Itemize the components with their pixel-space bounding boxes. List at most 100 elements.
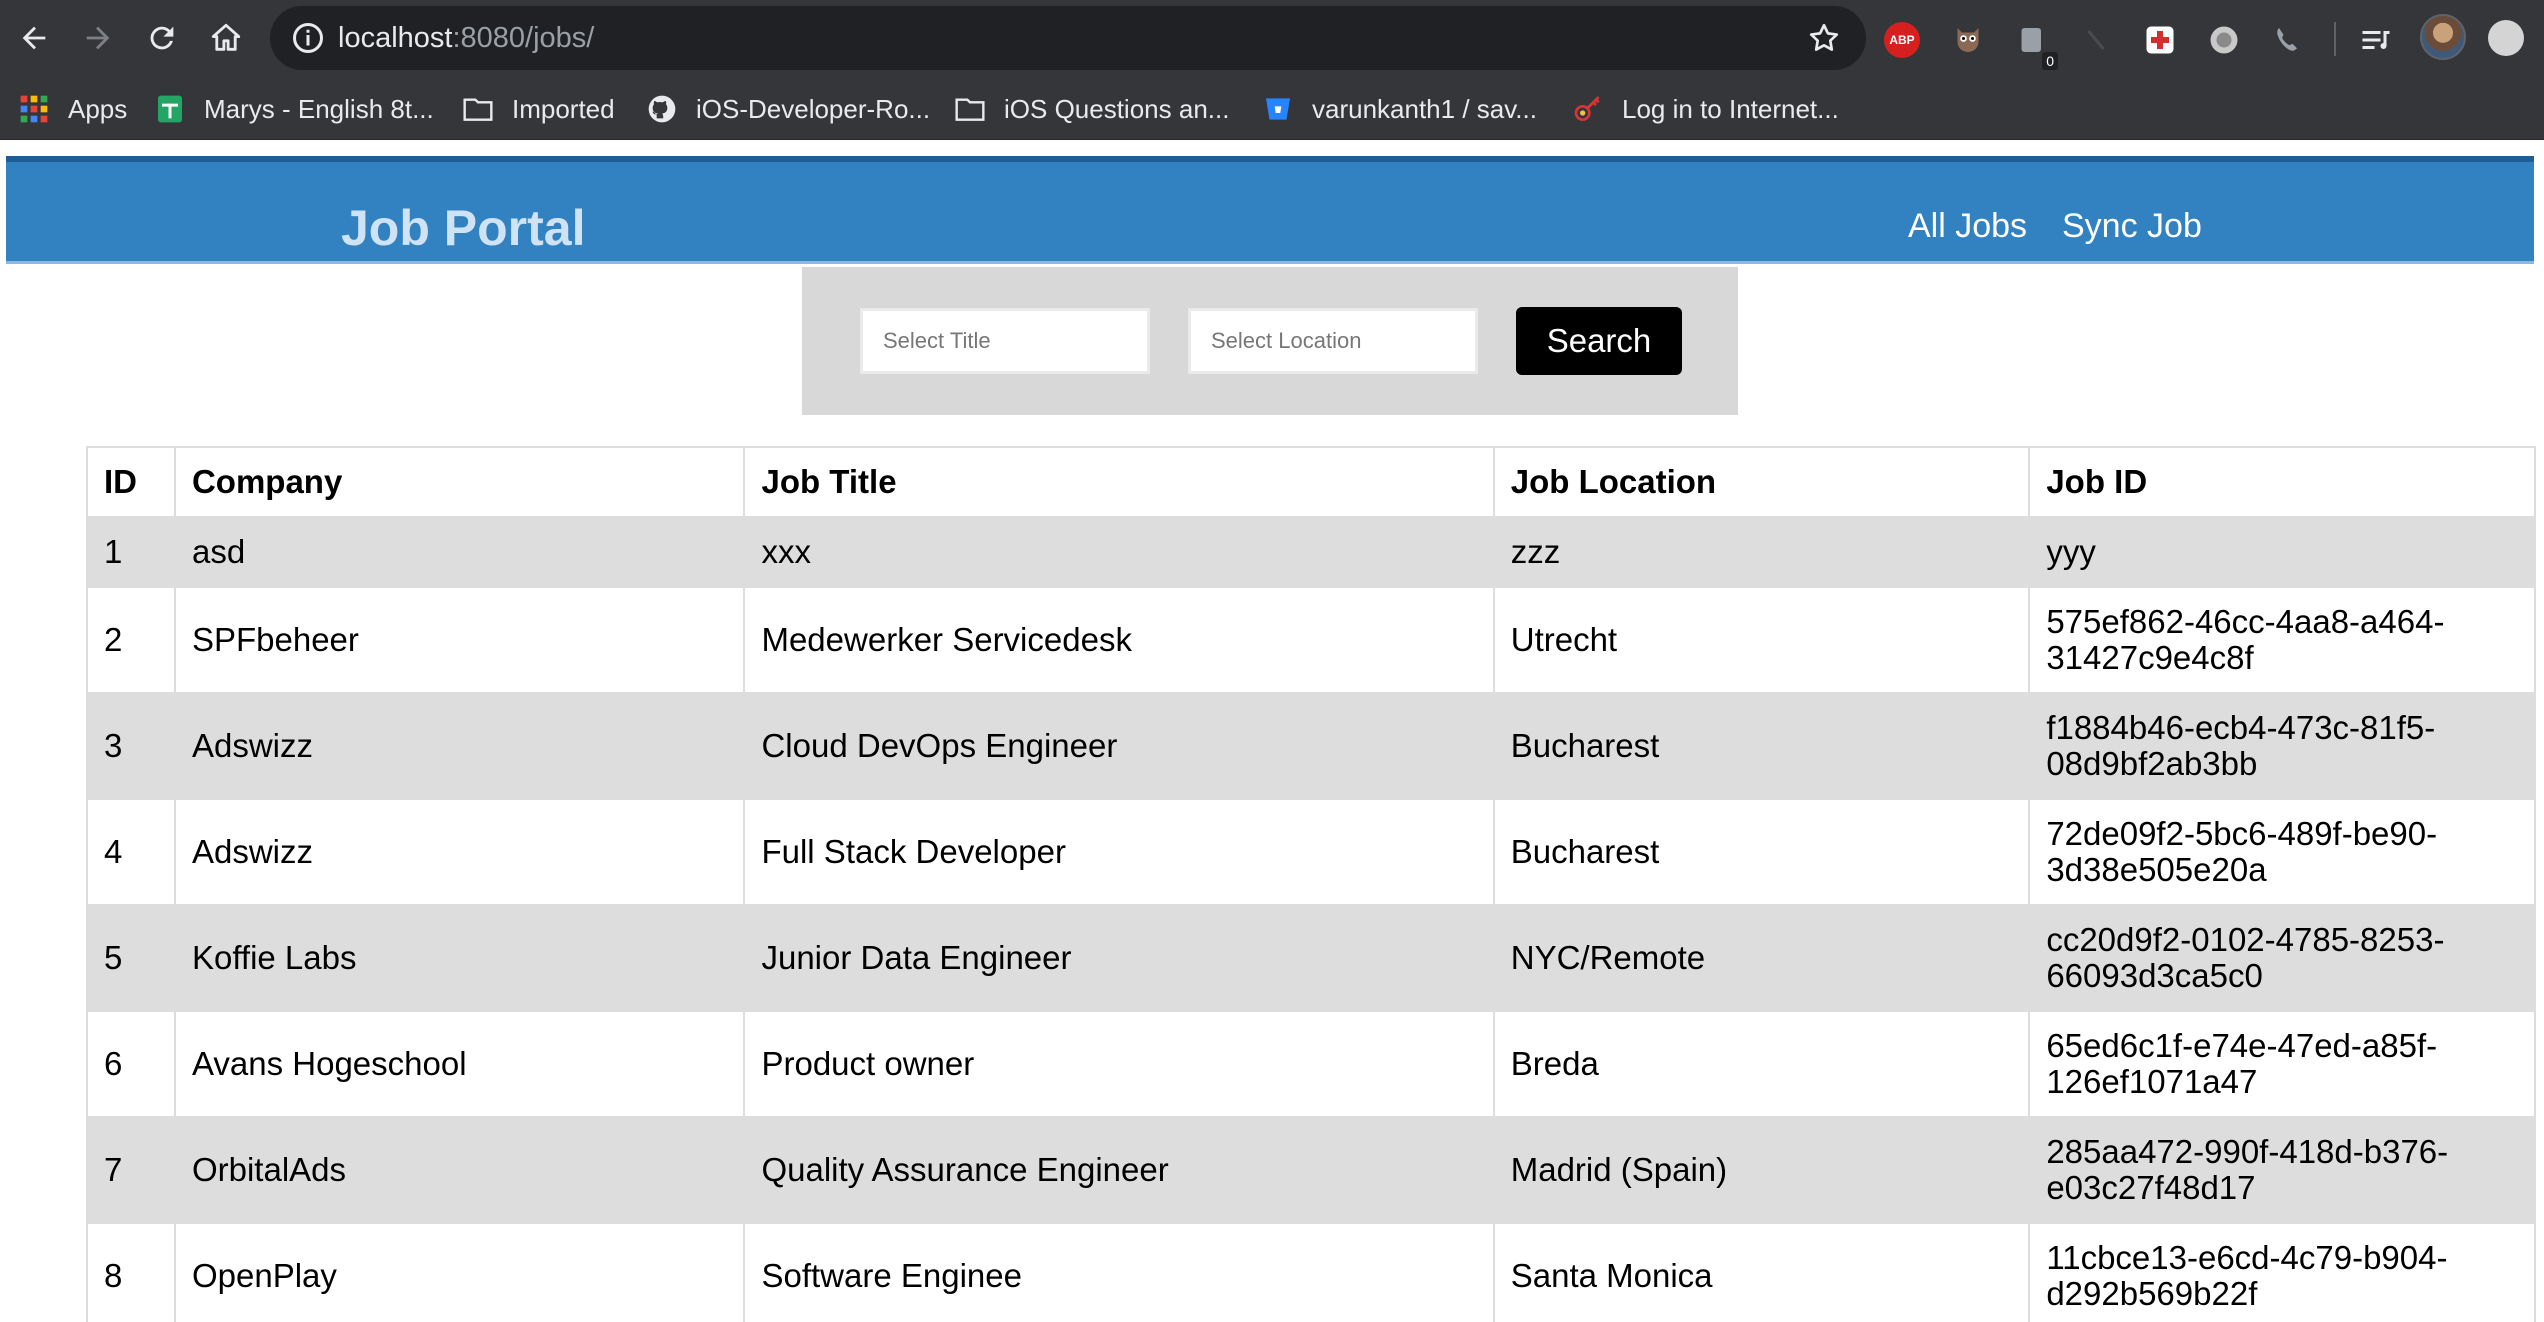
home-icon[interactable]	[204, 16, 248, 60]
cell-job-location: NYC/Remote	[1492, 904, 2031, 1012]
table-row: 5 Koffie Labs Junior Data Engineer NYC/R…	[86, 904, 2536, 1012]
bookmark-label: Log in to Internet...	[1622, 93, 1839, 124]
github-icon	[646, 93, 678, 125]
bookmark-apps[interactable]: Apps	[18, 78, 127, 140]
column-header-id: ID	[86, 446, 176, 518]
cell-job-title: Medewerker Servicedesk	[743, 586, 1495, 694]
profile-avatar[interactable]	[2420, 14, 2466, 60]
table-row: 7 OrbitalAds Quality Assurance Engineer …	[86, 1116, 2536, 1224]
bookmark-ios-questions[interactable]: iOS Questions an...	[954, 78, 1229, 140]
folder-icon	[462, 93, 494, 125]
table-row: 8 OpenPlay Software Enginee Santa Monica…	[86, 1222, 2536, 1322]
cell-company: OrbitalAds	[173, 1116, 746, 1224]
bookmark-star-icon[interactable]	[1806, 20, 1842, 56]
reload-icon[interactable]	[140, 16, 184, 60]
location-search-input[interactable]	[1188, 308, 1478, 374]
cell-company: OpenPlay	[173, 1222, 746, 1322]
search-button[interactable]: Search	[1516, 307, 1682, 375]
table-row: 1 asd xxx zzz yyy	[86, 516, 2536, 588]
cell-company: asd	[173, 516, 746, 588]
cell-job-location: Madrid (Spain)	[1492, 1116, 2031, 1224]
cell-job-id: cc20d9f2-0102-4785-8253-66093d3ca5c0	[2028, 904, 2536, 1012]
address-bar[interactable]: localhost:8080/jobs/	[270, 6, 1866, 70]
back-arrow-icon[interactable]	[12, 16, 56, 60]
dim-extension-icon[interactable]	[2076, 20, 2116, 60]
column-header-company: Company	[173, 446, 746, 518]
bookmark-ios-developer[interactable]: iOS-Developer-Ro...	[646, 78, 930, 140]
jobs-table: ID Company Job Title Job Location Job ID…	[86, 446, 2536, 1322]
medical-cross-extension-icon[interactable]	[2140, 20, 2180, 60]
cell-id: 5	[86, 904, 176, 1012]
media-queue-icon[interactable]	[2356, 20, 2396, 60]
search-panel: Search	[802, 267, 1738, 415]
cell-company: Adswizz	[173, 798, 746, 906]
apps-grid-icon	[18, 93, 50, 125]
bookmark-varunkanth1[interactable]: varunkanth1 / sav...	[1262, 78, 1537, 140]
bookmark-label: Marys - English 8t...	[204, 93, 434, 124]
cell-company: SPFbeheer	[173, 586, 746, 694]
table-row: 4 Adswizz Full Stack Developer Bucharest…	[86, 798, 2536, 906]
cell-job-location: Bucharest	[1492, 692, 2031, 800]
site-info-icon[interactable]	[290, 20, 326, 56]
cell-job-location: Utrecht	[1492, 586, 2031, 694]
title-search-input[interactable]	[860, 308, 1150, 374]
cell-job-title: Cloud DevOps Engineer	[743, 692, 1495, 800]
cell-id: 7	[86, 1116, 176, 1224]
cell-job-location: Breda	[1492, 1010, 2031, 1118]
login-icon	[1572, 93, 1604, 125]
cell-id: 1	[86, 516, 176, 588]
nav-sync-job[interactable]: Sync Job	[2062, 204, 2202, 248]
column-header-job-location: Job Location	[1492, 446, 2031, 518]
cell-id: 4	[86, 798, 176, 906]
cell-job-id: 72de09f2-5bc6-489f-be90-3d38e505e20a	[2028, 798, 2536, 906]
adblock-extension-icon[interactable]: ABP	[1884, 22, 1920, 58]
column-header-job-title: Job Title	[743, 446, 1495, 518]
cell-job-id: 65ed6c1f-e74e-47ed-a85f-126ef1071a47	[2028, 1010, 2536, 1118]
cell-job-title: Software Enginee	[743, 1222, 1495, 1322]
cell-job-title: Quality Assurance Engineer	[743, 1116, 1495, 1224]
cell-job-title: Junior Data Engineer	[743, 904, 1495, 1012]
bitbucket-icon	[1262, 93, 1294, 125]
update-menu-icon[interactable]	[2488, 20, 2524, 56]
owl-extension-icon[interactable]	[1948, 20, 1988, 60]
bookmark-label: Imported	[512, 93, 615, 124]
table-row: 3 Adswizz Cloud DevOps Engineer Buchares…	[86, 692, 2536, 800]
cell-id: 2	[86, 586, 176, 694]
cell-job-id: 285aa472-990f-418d-b376-e03c27f48d17	[2028, 1116, 2536, 1224]
bookmark-imported[interactable]: Imported	[462, 78, 615, 140]
toolbar-separator	[2334, 22, 2336, 56]
cell-company: Avans Hogeschool	[173, 1010, 746, 1118]
bookmark-marys-english[interactable]: Marys - English 8t...	[154, 78, 434, 140]
bookmark-label: iOS Questions an...	[1004, 93, 1230, 124]
cell-job-id: 575ef862-46cc-4aa8-a464-31427c9e4c8f	[2028, 586, 2536, 694]
nav-all-jobs[interactable]: All Jobs	[1908, 204, 2027, 248]
cell-id: 3	[86, 692, 176, 800]
cell-id: 8	[86, 1222, 176, 1322]
cell-company: Adswizz	[173, 692, 746, 800]
bookmark-label: iOS-Developer-Ro...	[696, 93, 931, 124]
url-text: localhost:8080/jobs/	[338, 22, 595, 54]
bookmarks-bar: Apps Marys - English 8t... Imported iOS-…	[0, 78, 2544, 140]
cell-job-location: zzz	[1492, 516, 2031, 588]
cell-company: Koffie Labs	[173, 904, 746, 1012]
cell-job-location: Bucharest	[1492, 798, 2031, 906]
brand-title[interactable]: Job Portal	[341, 200, 585, 256]
cell-job-title: Full Stack Developer	[743, 798, 1495, 906]
cell-job-title: xxx	[743, 516, 1495, 588]
forward-arrow-icon[interactable]	[76, 16, 120, 60]
cell-id: 6	[86, 1010, 176, 1118]
cell-job-title: Product owner	[743, 1010, 1495, 1118]
phone-extension-icon[interactable]	[2268, 20, 2308, 60]
record-extension-icon[interactable]	[2204, 20, 2244, 60]
cell-job-id: yyy	[2028, 516, 2536, 588]
bookmark-label: varunkanth1 / sav...	[1312, 93, 1537, 124]
cell-job-location: Santa Monica	[1492, 1222, 2031, 1322]
table-header-row: ID Company Job Title Job Location Job ID	[86, 446, 2536, 518]
table-row: 2 SPFbeheer Medewerker Servicedesk Utrec…	[86, 586, 2536, 694]
bookmark-log-in-internet[interactable]: Log in to Internet...	[1572, 78, 1839, 140]
bookmark-label: Apps	[68, 93, 128, 124]
counter-extension-icon[interactable]: 0	[2012, 20, 2058, 70]
cell-job-id: f1884b46-ecb4-473c-81f5-08d9bf2ab3bb	[2028, 692, 2536, 800]
site-navbar: Job Portal All Jobs Sync Job	[6, 156, 2534, 264]
table-row: 6 Avans Hogeschool Product owner Breda 6…	[86, 1010, 2536, 1118]
